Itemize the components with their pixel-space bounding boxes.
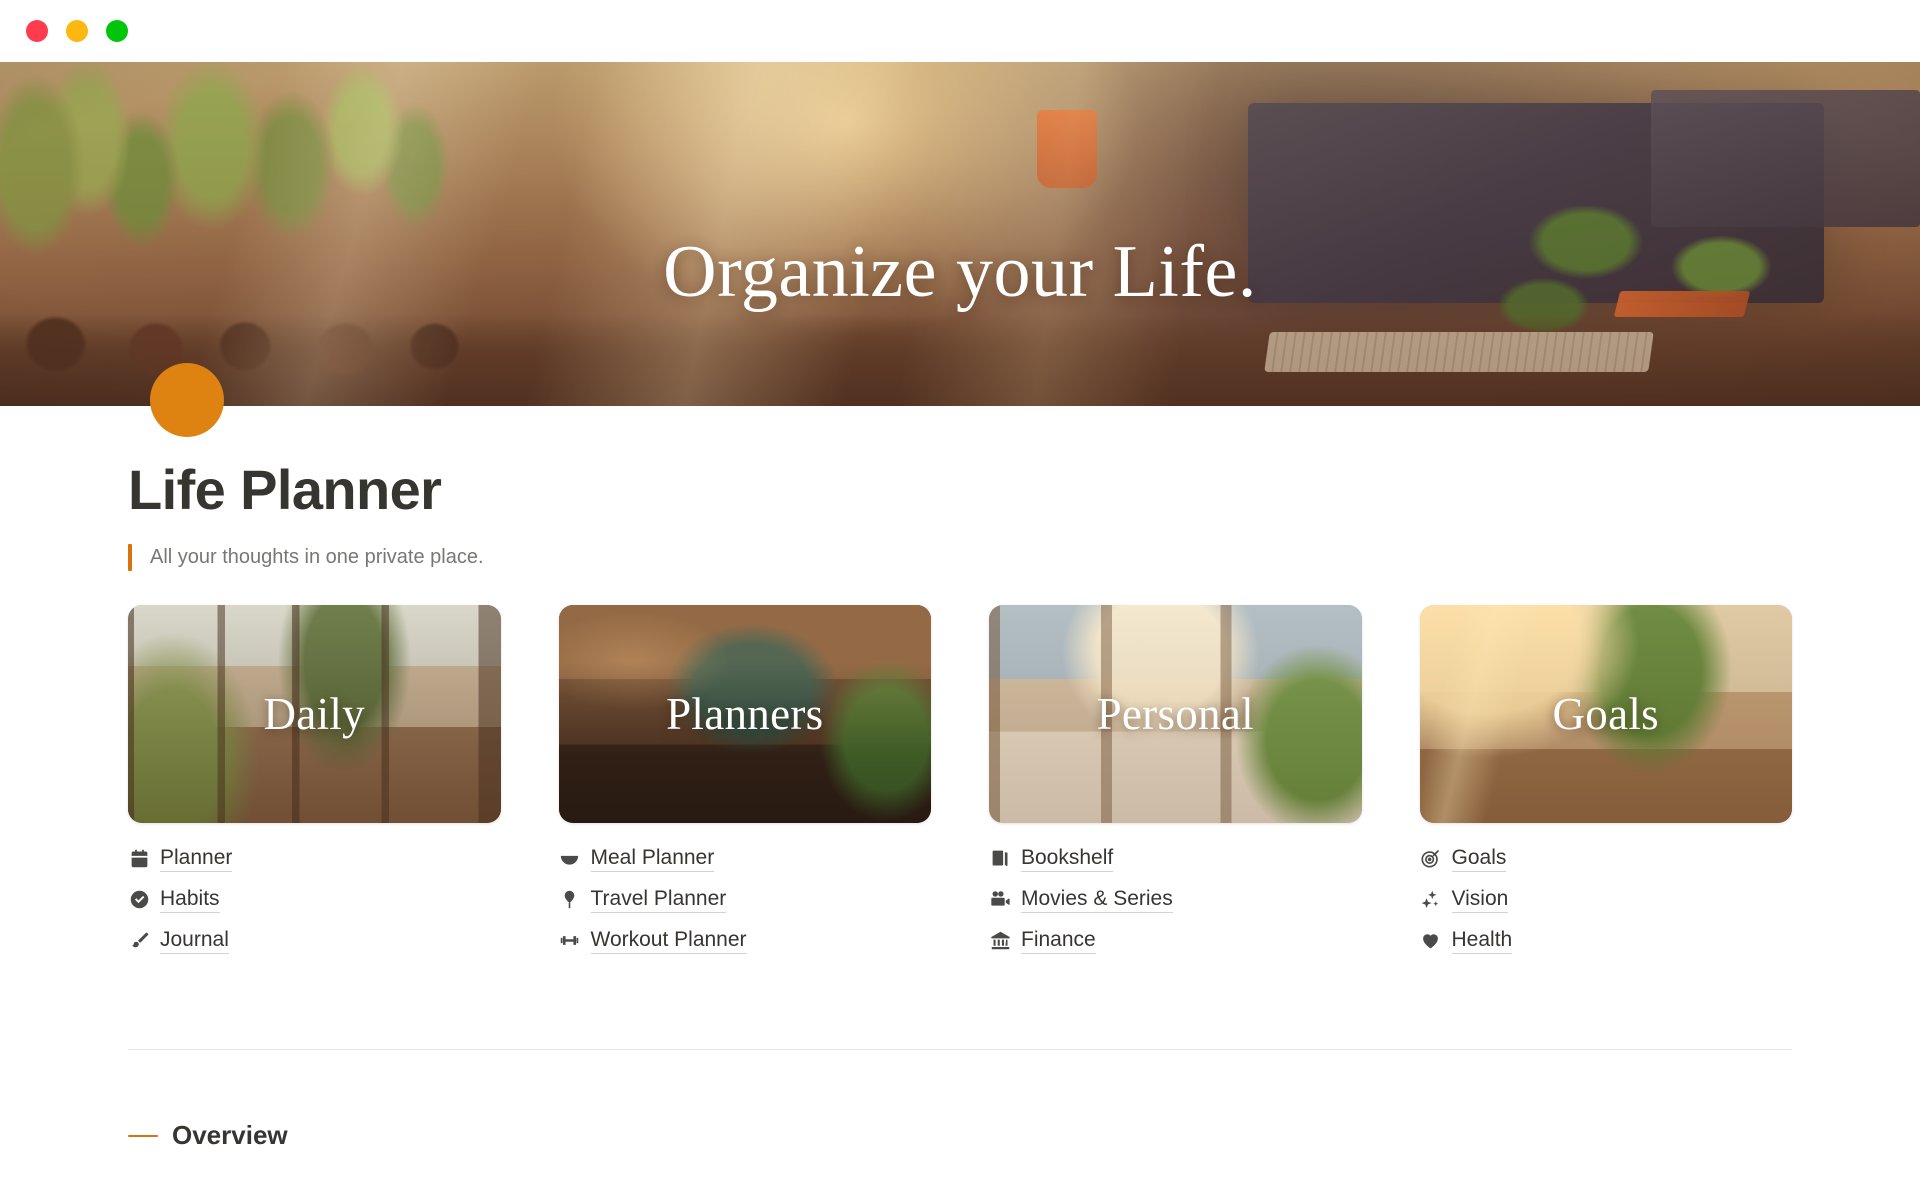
calendar-icon — [128, 847, 150, 869]
link-item-bookshelf[interactable]: Bookshelf — [989, 841, 1362, 875]
link-item-planner[interactable]: Planner — [128, 841, 501, 875]
link-item-goals[interactable]: Goals — [1420, 841, 1793, 875]
link-list-daily: Planner Habits Journal — [128, 841, 501, 957]
category-card-planners[interactable]: Planners — [558, 605, 931, 824]
link-item-health[interactable]: Health — [1420, 923, 1793, 957]
overview-dash-icon — [128, 1134, 158, 1138]
paintbrush-icon — [128, 929, 150, 951]
overview-heading: Overview — [0, 1120, 1920, 1151]
page-content: Life Planner All your thoughts in one pr… — [0, 458, 1920, 957]
link-item-finance[interactable]: Finance — [989, 923, 1362, 957]
link-label[interactable]: Movies & Series — [1021, 886, 1173, 914]
link-item-habits[interactable]: Habits — [128, 882, 501, 916]
category-column-daily: Daily Planner Habits Journal — [128, 605, 501, 957]
page-subtitle: All your thoughts in one private place. — [128, 544, 1792, 572]
link-label[interactable]: Workout Planner — [590, 927, 747, 955]
bowl-icon — [559, 847, 581, 869]
close-window-button[interactable] — [26, 20, 48, 42]
link-label[interactable]: Habits — [160, 886, 220, 914]
hero-banner: Organize your Life. — [0, 62, 1920, 406]
category-card-personal[interactable]: Personal — [989, 605, 1362, 824]
category-card-title: Planners — [666, 689, 824, 740]
link-label[interactable]: Planner — [160, 845, 233, 873]
section-divider — [128, 1049, 1792, 1051]
link-label[interactable]: Goals — [1451, 845, 1507, 873]
heart-icon — [1420, 929, 1442, 951]
quote-bar — [128, 544, 132, 572]
link-label[interactable]: Travel Planner — [590, 886, 727, 914]
category-card-title: Goals — [1552, 689, 1659, 740]
page-title: Life Planner — [128, 458, 442, 521]
link-label[interactable]: Journal — [160, 927, 229, 955]
category-card-title: Personal — [1096, 689, 1254, 740]
dumbbell-icon — [559, 929, 581, 951]
page-subtitle-text: All your thoughts in one private place. — [150, 546, 484, 569]
link-item-travel-planner[interactable]: Travel Planner — [559, 882, 932, 916]
link-item-journal[interactable]: Journal — [128, 923, 501, 957]
category-card-goals[interactable]: Goals — [1419, 605, 1792, 824]
link-label[interactable]: Health — [1451, 927, 1513, 955]
app-window: Organize your Life. Life Planner All you… — [0, 0, 1920, 1200]
category-grid: Daily Planner Habits Journal Planners Me… — [128, 605, 1792, 957]
traffic-lights — [26, 20, 128, 42]
hero-title: Organize your Life. — [663, 231, 1257, 313]
category-card-title: Daily — [263, 689, 365, 740]
link-item-workout-planner[interactable]: Workout Planner — [559, 923, 932, 957]
link-list-personal: Bookshelf Movies & Series Finance — [989, 841, 1362, 957]
link-label[interactable]: Bookshelf — [1021, 845, 1114, 873]
video-camera-icon — [989, 888, 1011, 910]
bank-icon — [989, 929, 1011, 951]
title-bar — [0, 0, 1920, 62]
orange-circle-icon[interactable] — [150, 363, 224, 437]
target-icon — [1420, 847, 1442, 869]
book-icon — [989, 847, 1011, 869]
category-column-goals: Goals Goals Vision Health — [1419, 605, 1793, 957]
link-label[interactable]: Finance — [1021, 927, 1096, 955]
check-circle-icon — [128, 888, 150, 910]
link-item-movies-series[interactable]: Movies & Series — [989, 882, 1362, 916]
link-list-goals: Goals Vision Health — [1420, 841, 1793, 957]
link-item-vision[interactable]: Vision — [1420, 882, 1793, 916]
link-label[interactable]: Vision — [1451, 886, 1509, 914]
link-item-meal-planner[interactable]: Meal Planner — [559, 841, 932, 875]
minimize-window-button[interactable] — [66, 20, 88, 42]
map-pin-icon — [559, 888, 581, 910]
sparkles-icon — [1420, 888, 1442, 910]
category-column-planners: Planners Meal Planner Travel Planner Wor… — [558, 605, 932, 957]
maximize-window-button[interactable] — [106, 20, 128, 42]
link-list-planners: Meal Planner Travel Planner Workout Plan… — [559, 841, 932, 957]
overview-label: Overview — [172, 1120, 288, 1151]
category-card-daily[interactable]: Daily — [128, 605, 501, 824]
category-column-personal: Personal Bookshelf Movies & Series Finan… — [989, 605, 1362, 957]
link-label[interactable]: Meal Planner — [590, 845, 715, 873]
